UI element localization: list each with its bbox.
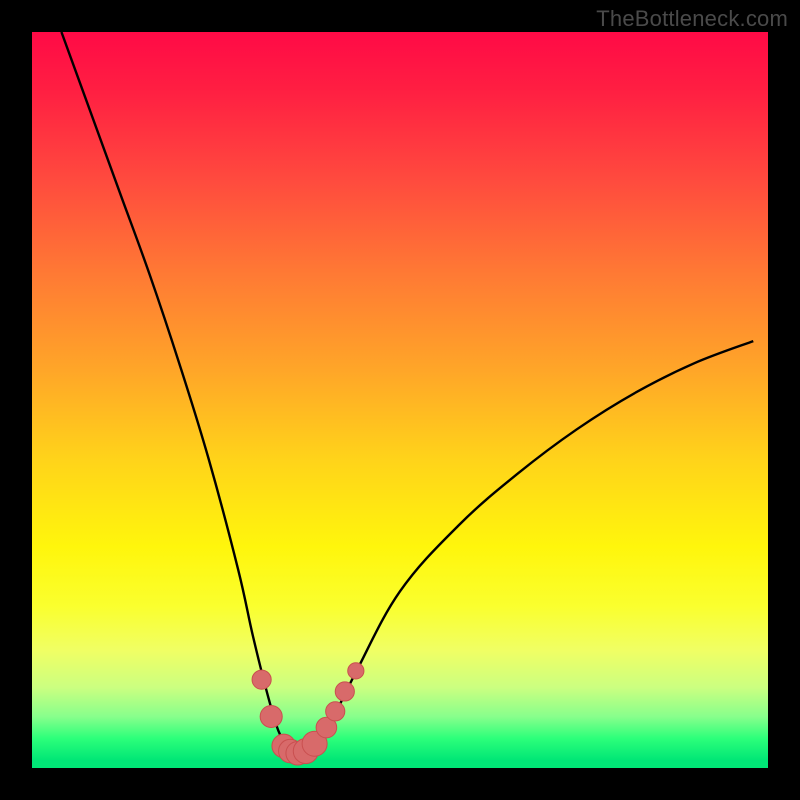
marker-left-mid — [260, 705, 282, 727]
chart-frame: TheBottleneck.com — [0, 0, 800, 800]
marker-right-3 — [335, 682, 354, 701]
watermark-text: TheBottleneck.com — [596, 6, 788, 32]
marker-left-top — [252, 670, 271, 689]
plot-area — [32, 32, 768, 768]
marker-right-2 — [326, 702, 345, 721]
bottleneck-curve — [61, 32, 753, 753]
marker-right-top — [348, 663, 364, 679]
marker-group — [252, 663, 364, 765]
chart-svg — [32, 32, 768, 768]
